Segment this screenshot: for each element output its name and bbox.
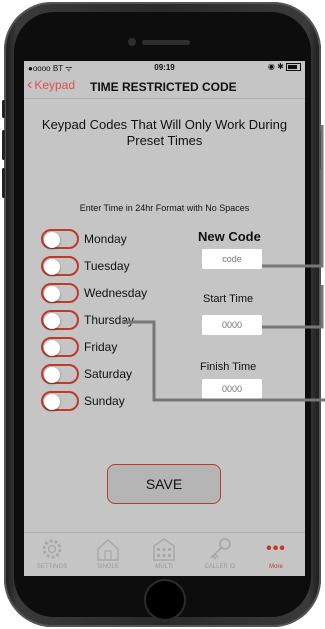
start-time-connector-line	[262, 285, 324, 329]
annotation-connectors	[122, 125, 325, 402]
finish-time-connector-line	[122, 320, 325, 402]
new-code-connector-line	[262, 125, 324, 268]
